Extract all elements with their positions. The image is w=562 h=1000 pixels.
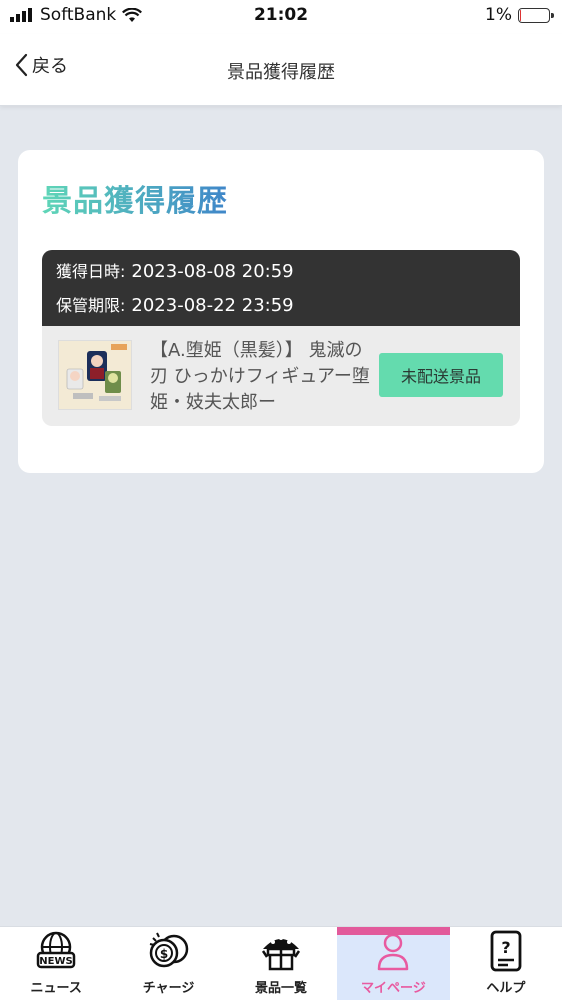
card-title: 景品獲得履歴: [42, 176, 228, 220]
tab-charge-label: チャージ: [142, 981, 195, 996]
user-icon: [378, 933, 409, 971]
prize-gift-icon: [261, 936, 301, 971]
storage-value: 2023-08-22 23:59: [131, 295, 294, 316]
tab-help[interactable]: ? ヘルプ: [450, 927, 562, 1000]
prize-thumbnail[interactable]: [58, 340, 132, 410]
prize-figure-image: [59, 341, 131, 409]
nav-bar: 戻る 景品獲得履歴: [0, 34, 562, 106]
page-title: 景品獲得履歴: [227, 62, 335, 83]
tab-bar: NEWS ニュース $ チャージ 景品一覧 マイページ ? ヘルプ: [0, 926, 562, 1000]
tab-charge[interactable]: $ チャージ: [112, 927, 224, 1000]
coins-icon: $: [149, 932, 188, 968]
prize-history-card: 景品獲得履歴 獲得日時: 2023-08-08 20:59 保管期限: 2023…: [18, 150, 544, 473]
tab-news-label: ニュース: [30, 981, 82, 996]
battery-percent: 1%: [485, 5, 512, 25]
svg-text:$: $: [159, 947, 167, 961]
news-globe-icon: NEWS: [36, 931, 76, 969]
undelivered-status-button[interactable]: 未配送景品: [379, 353, 503, 397]
svg-text:?: ?: [501, 938, 510, 957]
help-document-icon: ?: [490, 930, 522, 972]
svg-text:NEWS: NEWS: [39, 956, 72, 967]
acquired-label: 獲得日時:: [56, 262, 126, 281]
status-right: 1%: [485, 5, 554, 25]
status-bar: SoftBank 21:02 1%: [0, 0, 562, 34]
history-item-header: 獲得日時: 2023-08-08 20:59 保管期限: 2023-08-22 …: [42, 250, 520, 326]
history-item: 獲得日時: 2023-08-08 20:59 保管期限: 2023-08-22 …: [42, 250, 520, 426]
history-item-body: 【A.堕姫（黒髪）】 鬼滅の刃 ひっかけフィギュアー堕姫・妓夫太郎ー 未配送景品: [42, 326, 520, 426]
storage-row: 保管期限: 2023-08-22 23:59: [56, 292, 506, 326]
tab-help-label: ヘルプ: [486, 981, 526, 996]
acquired-value: 2023-08-08 20:59: [131, 261, 294, 282]
tab-my-page[interactable]: マイページ: [337, 927, 451, 1000]
storage-label: 保管期限:: [56, 296, 126, 315]
prize-name[interactable]: 【A.堕姫（黒髪）】 鬼滅の刃 ひっかけフィギュアー堕姫・妓夫太郎ー: [150, 338, 370, 416]
tab-prize-list-label: 景品一覧: [255, 981, 308, 996]
tab-my-page-label: マイページ: [361, 981, 426, 996]
battery-icon: [518, 7, 554, 23]
tab-news[interactable]: NEWS ニュース: [0, 927, 112, 1000]
acquired-row: 獲得日時: 2023-08-08 20:59: [56, 258, 506, 292]
battery-level: [520, 9, 522, 21]
tab-prize-list[interactable]: 景品一覧: [225, 927, 337, 1000]
status-time: 21:02: [253, 5, 309, 25]
